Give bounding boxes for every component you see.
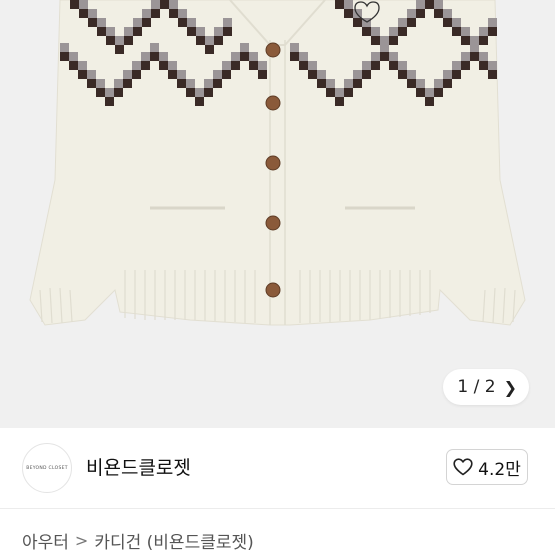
breadcrumb-separator: > <box>74 531 89 550</box>
avatar-logo-text: BEYOND CLOSET <box>26 465 68 471</box>
breadcrumb-item-outer[interactable]: 아우터 <box>22 528 69 553</box>
heart-outline-icon <box>453 458 473 476</box>
like-count: 4.2만 <box>478 459 521 480</box>
avatar[interactable]: BEYOND CLOSET <box>22 443 72 493</box>
like-button[interactable]: 4.2만 <box>446 449 528 485</box>
image-pager: 1 / 2 ❯ <box>443 369 529 405</box>
pager-count: 1 / 2 <box>457 377 496 397</box>
cardigan-photo <box>29 0 526 326</box>
store-name[interactable]: 비욘드클로젯 <box>86 453 191 480</box>
breadcrumb: 아우터 > 카디건 (비욘드클로젯) <box>22 528 254 553</box>
breadcrumb-item-cardigan[interactable]: 카디건 (비욘드클로젯) <box>94 528 253 553</box>
product-image[interactable] <box>0 0 555 428</box>
chevron-right-icon[interactable]: ❯ <box>504 378 517 397</box>
